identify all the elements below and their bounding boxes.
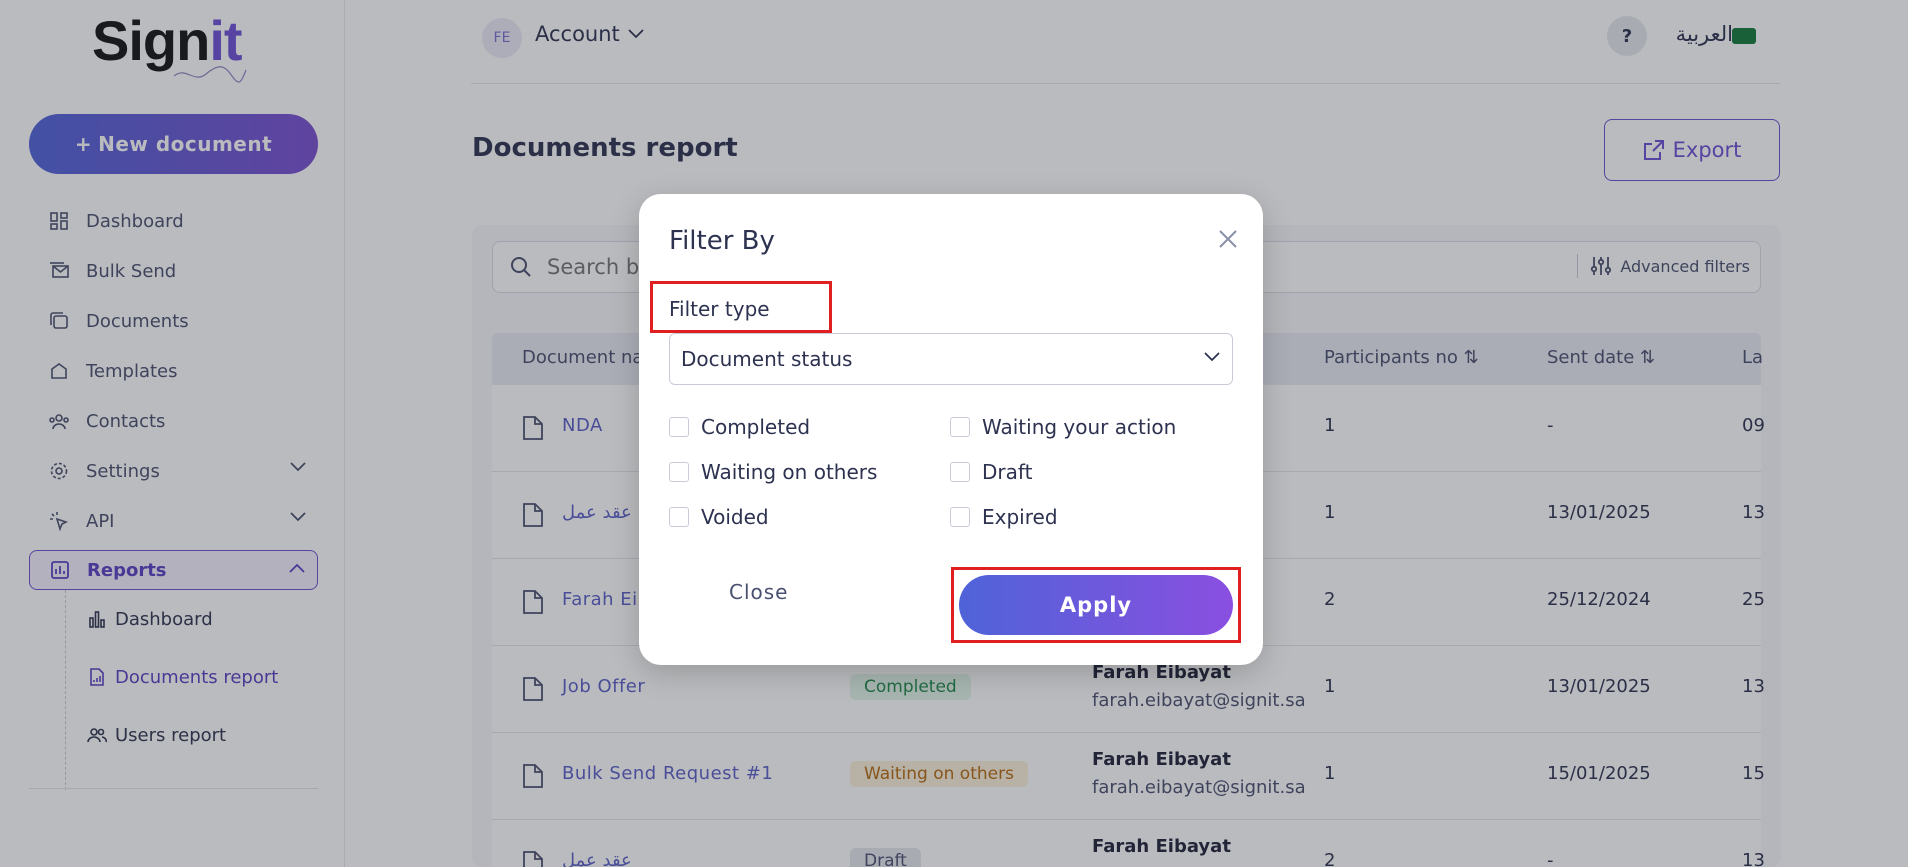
filter-type-select[interactable]: Document status (669, 333, 1233, 385)
filter-modal: Filter By Filter type Document status Co… (639, 194, 1263, 665)
close-icon[interactable] (1217, 228, 1239, 250)
checkbox[interactable] (669, 462, 689, 482)
filter-type-value: Document status (681, 347, 853, 371)
option-draft[interactable]: Draft (950, 460, 1032, 484)
checkbox[interactable] (950, 417, 970, 437)
close-button[interactable]: Close (729, 580, 788, 604)
option-label: Waiting on others (701, 460, 878, 484)
option-label: Waiting your action (982, 415, 1177, 439)
checkbox[interactable] (669, 417, 689, 437)
option-label: Expired (982, 505, 1058, 529)
option-completed[interactable]: Completed (669, 415, 810, 439)
option-waiting-on-others[interactable]: Waiting on others (669, 460, 877, 484)
option-label: Draft (982, 460, 1033, 484)
highlight-box (650, 281, 832, 333)
checkbox[interactable] (669, 507, 689, 527)
option-label: Completed (701, 415, 811, 439)
chevron-down-icon (1204, 352, 1220, 362)
option-waiting-your-action[interactable]: Waiting your action (950, 415, 1176, 439)
checkbox[interactable] (950, 462, 970, 482)
checkbox[interactable] (950, 507, 970, 527)
option-voided[interactable]: Voided (669, 505, 769, 529)
highlight-box (951, 567, 1241, 643)
option-expired[interactable]: Expired (950, 505, 1058, 529)
option-label: Voided (701, 505, 769, 529)
modal-title: Filter By (669, 226, 775, 256)
